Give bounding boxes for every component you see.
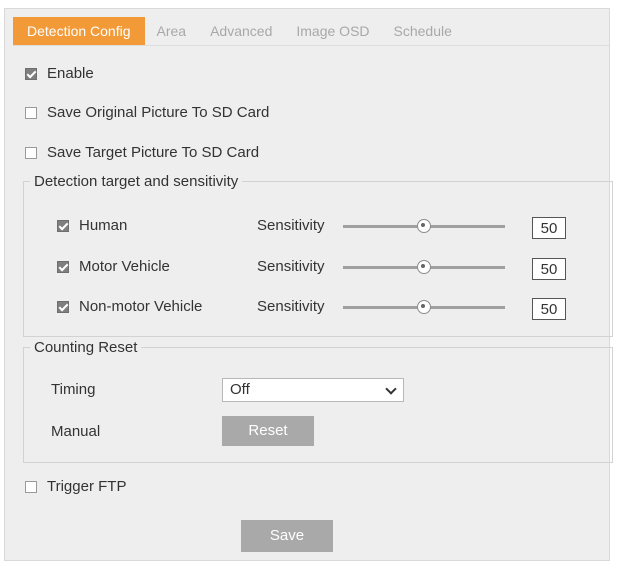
timing-label: Timing <box>51 381 96 398</box>
motor-vehicle-label: Motor Vehicle <box>79 258 170 275</box>
human-sensitivity-slider[interactable] <box>343 219 505 233</box>
reset-button[interactable]: Reset <box>222 416 314 446</box>
save-target-row: Save Target Picture To SD Card <box>25 144 259 161</box>
tab-image-osd[interactable]: Image OSD <box>284 17 381 45</box>
slider-thumb[interactable] <box>417 260 431 274</box>
save-target-label: Save Target Picture To SD Card <box>47 144 260 161</box>
manual-label: Manual <box>51 423 101 440</box>
trigger-ftp-checkbox[interactable] <box>25 480 37 493</box>
non-motor-vehicle-checkbox[interactable] <box>57 300 69 313</box>
human-sensitivity-label: Sensitivity <box>257 217 325 234</box>
timing-selected-value: Off <box>230 381 250 398</box>
motor-vehicle-sensitivity-label: Sensitivity <box>257 258 325 275</box>
motor-vehicle-checkbox[interactable] <box>57 260 69 273</box>
save-button[interactable]: Save <box>241 520 333 552</box>
tab-advanced[interactable]: Advanced <box>198 17 284 45</box>
save-target-checkbox[interactable] <box>25 146 37 159</box>
target-human-row: Human <box>57 217 127 234</box>
chevron-down-icon <box>385 383 397 395</box>
detection-target-legend: Detection target and sensitivity <box>34 173 239 190</box>
human-label: Human <box>79 217 128 234</box>
non-motor-vehicle-label: Non-motor Vehicle <box>79 298 203 315</box>
non-motor-vehicle-sensitivity-slider[interactable] <box>343 300 505 314</box>
timing-select[interactable]: Off <box>222 378 404 402</box>
enable-checkbox[interactable] <box>25 67 37 80</box>
slider-thumb[interactable] <box>417 219 431 233</box>
human-checkbox[interactable] <box>57 219 69 232</box>
non-motor-vehicle-sensitivity-value[interactable]: 50 <box>532 298 566 320</box>
enable-row: Enable <box>25 65 94 82</box>
slider-thumb[interactable] <box>417 300 431 314</box>
target-motor-vehicle-row: Motor Vehicle <box>57 258 170 275</box>
save-original-checkbox[interactable] <box>25 106 37 119</box>
tab-detection-config[interactable]: Detection Config <box>13 17 145 45</box>
motor-vehicle-sensitivity-value[interactable]: 50 <box>532 258 566 280</box>
trigger-ftp-label: Trigger FTP <box>47 478 127 495</box>
settings-panel: Detection Config Area Advanced Image OSD… <box>4 8 613 561</box>
trigger-ftp-row: Trigger FTP <box>25 478 126 495</box>
tab-bar: Detection Config Area Advanced Image OSD… <box>13 17 609 46</box>
counting-reset-legend: Counting Reset <box>34 339 138 356</box>
enable-label: Enable <box>47 65 94 82</box>
save-original-label: Save Original Picture To SD Card <box>47 104 270 121</box>
save-original-row: Save Original Picture To SD Card <box>25 104 269 121</box>
human-sensitivity-value[interactable]: 50 <box>532 217 566 239</box>
tab-area[interactable]: Area <box>145 17 199 45</box>
non-motor-vehicle-sensitivity-label: Sensitivity <box>257 298 325 315</box>
target-non-motor-vehicle-row: Non-motor Vehicle <box>57 298 202 315</box>
motor-vehicle-sensitivity-slider[interactable] <box>343 260 505 274</box>
tab-schedule[interactable]: Schedule <box>382 17 464 45</box>
